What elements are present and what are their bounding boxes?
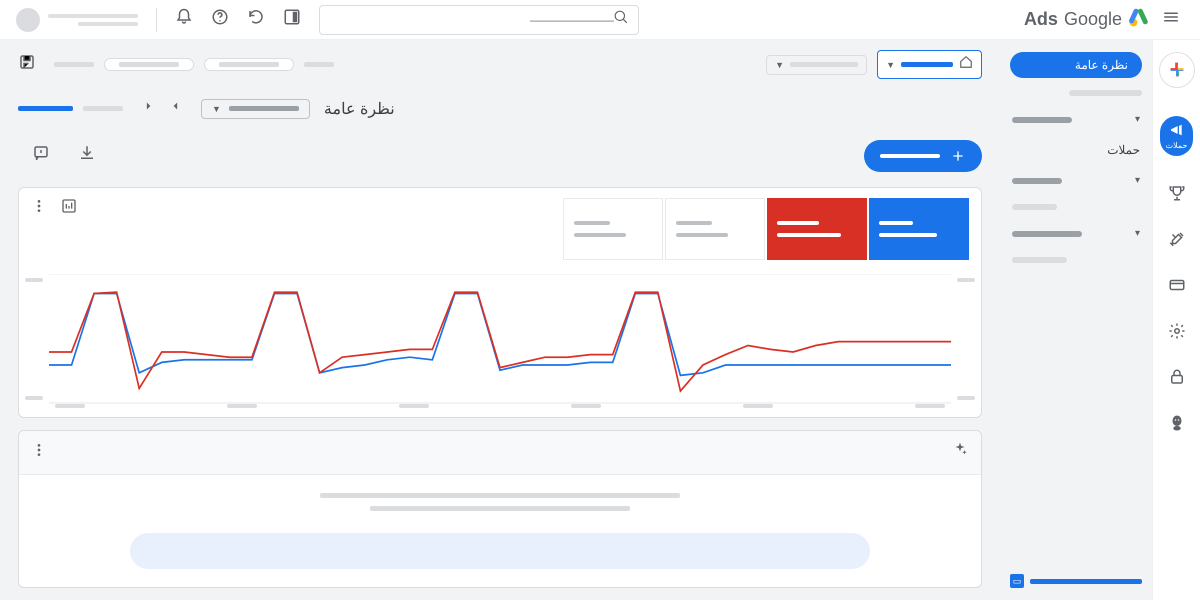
y-axis-tick [25, 278, 43, 282]
title-row: نظرة عامة ▼ [0, 89, 1000, 132]
rail-admin[interactable] [1168, 322, 1186, 340]
breadcrumb-pill[interactable] [204, 58, 294, 71]
feedback-icon[interactable] [18, 138, 64, 173]
sidebar-nav: نظرة عامة ▾ حملات ▾ ▾ ▭ [1000, 40, 1152, 600]
save-view-icon[interactable] [18, 53, 36, 76]
scope-dropdown-secondary[interactable]: ▼ [766, 55, 867, 75]
sidebar-item-placeholder[interactable] [1069, 90, 1142, 96]
date-range-dropdown[interactable]: ▼ [201, 99, 310, 119]
recommendation-text-1 [320, 493, 680, 498]
header-divider [156, 8, 157, 32]
recommendation-action-pill[interactable] [130, 533, 870, 569]
search-input[interactable] [330, 13, 614, 27]
sidebar-group-3[interactable]: ▾ [1010, 222, 1142, 245]
account-switcher[interactable] [16, 8, 138, 32]
account-id-placeholder [78, 22, 138, 26]
rail-character[interactable] [1168, 414, 1186, 432]
icon-rail: حملات [1152, 40, 1200, 600]
date-shortcut-active[interactable] [18, 106, 73, 111]
rail-security[interactable] [1168, 368, 1186, 386]
sparkle-icon [951, 441, 969, 464]
date-shortcut-row [18, 106, 123, 111]
action-row [0, 132, 1000, 187]
scope-dropdown-account[interactable]: ▼ [877, 50, 982, 79]
date-prev-button[interactable] [165, 95, 187, 122]
y-axis-tick [957, 278, 975, 282]
account-name-placeholder [48, 14, 138, 18]
sidebar-group-1[interactable]: ▾ [1010, 108, 1142, 131]
sidebar-group-2[interactable]: ▾ [1010, 169, 1142, 192]
sidebar-item[interactable] [1010, 198, 1142, 216]
caret-down-icon: ▼ [775, 60, 784, 70]
page-title: نظرة عامة [324, 99, 395, 119]
date-next-button[interactable] [137, 95, 159, 122]
google-ads-logo-icon [1128, 6, 1150, 33]
breadcrumb-item[interactable] [54, 62, 94, 67]
hamburger-menu-icon[interactable] [1158, 4, 1184, 35]
caret-down-icon: ▼ [886, 60, 895, 70]
breadcrumb [54, 58, 334, 71]
sidebar-item[interactable] [1010, 251, 1142, 269]
new-campaign-button[interactable] [864, 140, 982, 172]
rail-tools[interactable] [1168, 230, 1186, 248]
line-chart [49, 274, 951, 404]
y-axis-tick [957, 396, 975, 400]
rail-billing[interactable] [1168, 276, 1186, 294]
date-shortcut[interactable] [83, 106, 123, 111]
x-axis-ticks [49, 404, 951, 408]
recommendation-text-2 [370, 506, 630, 511]
breadcrumb-item[interactable] [304, 62, 334, 67]
chart-settings-icon[interactable] [61, 198, 77, 219]
refresh-icon[interactable] [247, 8, 265, 31]
notifications-icon[interactable] [175, 8, 193, 31]
search-box[interactable] [319, 5, 639, 35]
appearance-icon[interactable] [283, 8, 301, 31]
logo-text-google: Google [1064, 9, 1122, 30]
app-header: Google Ads [0, 0, 1200, 40]
y-axis-tick [25, 396, 43, 400]
chevron-down-icon: ▾ [1135, 114, 1140, 125]
sidebar-footer[interactable]: ▭ [1010, 574, 1142, 588]
performance-chart-card [18, 187, 982, 418]
create-button[interactable] [1159, 52, 1195, 88]
more-options-icon[interactable] [31, 198, 47, 219]
download-icon[interactable] [64, 138, 110, 173]
chart-area [19, 260, 981, 418]
metric-card-3[interactable] [665, 198, 765, 260]
rail-campaigns[interactable]: حملات [1160, 116, 1194, 156]
account-avatar[interactable] [16, 8, 40, 32]
date-nav [137, 95, 187, 122]
caret-down-icon: ▼ [212, 104, 221, 114]
search-icon[interactable] [614, 10, 628, 29]
help-icon[interactable] [211, 8, 229, 31]
breadcrumb-pill[interactable] [104, 58, 194, 71]
collapse-icon[interactable]: ▭ [1010, 574, 1024, 588]
metric-card-2[interactable] [767, 198, 867, 260]
scope-bar: ▼ ▼ [0, 40, 1000, 89]
home-icon [959, 55, 973, 74]
more-options-icon[interactable] [31, 442, 47, 463]
logo-text-ads: Ads [1024, 9, 1058, 30]
chevron-down-icon: ▾ [1135, 228, 1140, 239]
chevron-down-icon: ▾ [1135, 175, 1140, 186]
main-content: ▼ ▼ نظرة عامة ▼ [0, 40, 1000, 600]
google-ads-logo: Google Ads [1024, 6, 1150, 33]
rail-goals[interactable] [1168, 184, 1186, 202]
metric-card-1[interactable] [869, 198, 969, 260]
recommendations-card [18, 430, 982, 588]
sidebar-overview-button[interactable]: نظرة عامة [1010, 52, 1142, 78]
rail-campaigns-label: حملات [1166, 141, 1188, 150]
sidebar-item[interactable]: حملات [1010, 137, 1142, 163]
metric-card-4[interactable] [563, 198, 663, 260]
